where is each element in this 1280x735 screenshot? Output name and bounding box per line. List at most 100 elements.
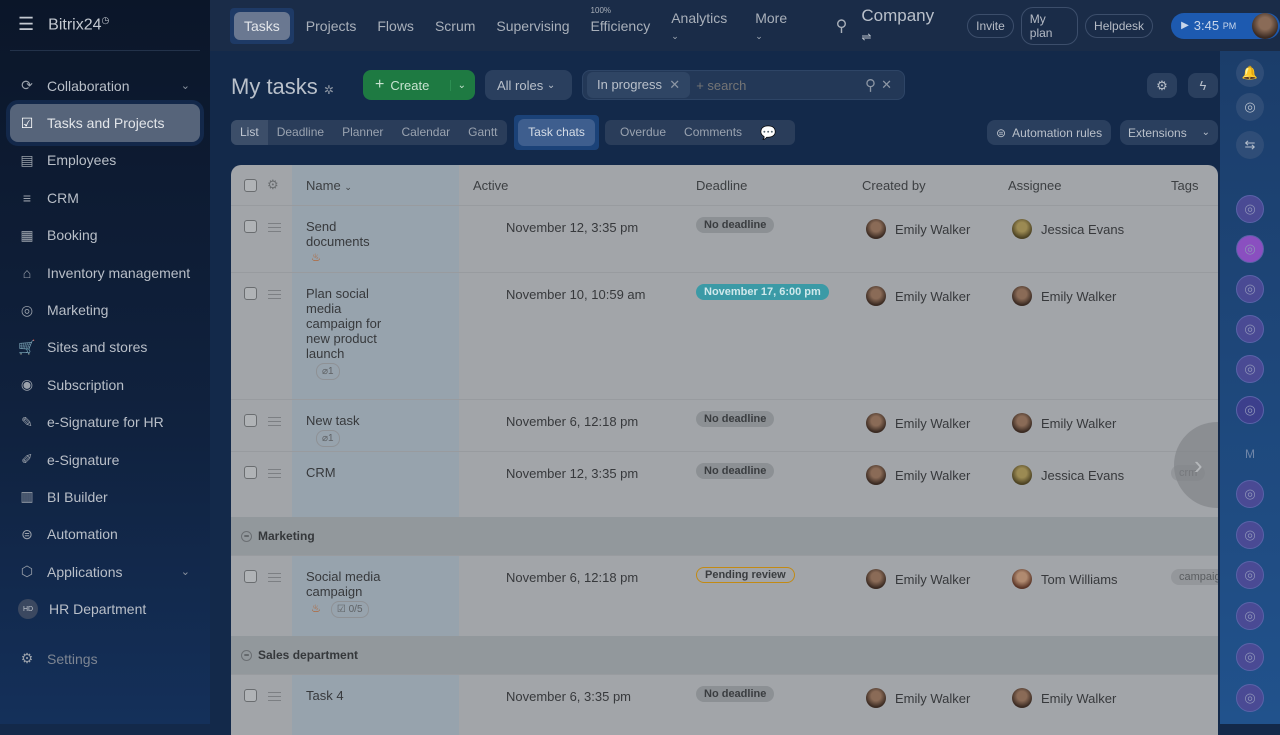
deadline-badge[interactable]: Pending review	[696, 567, 795, 583]
assignee-cell[interactable]: Emily Walker	[1012, 286, 1116, 306]
sidebar-item-tasks-and-projects[interactable]: ☑ Tasks and Projects	[10, 104, 200, 142]
sidebar-item-crm[interactable]: ≡ CRM	[10, 179, 200, 216]
sidebar-item-hr-department[interactable]: HD HR Department	[10, 590, 200, 627]
sidebar-item-e-signature[interactable]: ✐ e-Signature	[10, 441, 200, 478]
column-active[interactable]: Active	[473, 178, 508, 193]
search-icon[interactable]: ⚲	[865, 76, 876, 94]
chat-icon[interactable]: ◎	[1236, 355, 1264, 383]
table-row[interactable]: New task ⌀1 November 6, 12:18 pm No deadl…	[231, 399, 1218, 451]
task-name[interactable]: CRM	[306, 465, 396, 480]
column-name[interactable]: Name ⌄	[306, 178, 352, 193]
logo[interactable]: ☰ Bitrix24◷	[18, 14, 109, 35]
chat-check-icon[interactable]: 💬	[751, 120, 785, 145]
counter-overdue[interactable]: Overdue	[611, 120, 675, 145]
sidebar-item-marketing[interactable]: ◎ Marketing	[10, 291, 200, 328]
drag-handle-icon[interactable]	[268, 692, 281, 701]
select-all-checkbox[interactable]	[244, 179, 257, 192]
created-by-cell[interactable]: Emily Walker	[866, 413, 970, 433]
sidebar-item-automation[interactable]: ⊜ Automation	[10, 516, 200, 553]
sidebar-item-applications[interactable]: ⬡ Applications ⌄	[10, 553, 200, 590]
chat-icon[interactable]: ◎	[1236, 275, 1264, 303]
tab-scrum[interactable]: Scrum	[435, 18, 475, 34]
group-header[interactable]: − Marketing	[231, 517, 1218, 555]
chat-icon[interactable]: ◎	[1236, 235, 1264, 263]
chat-icon[interactable]: ◎	[1236, 521, 1264, 549]
assignee-cell[interactable]: Tom Williams	[1012, 569, 1118, 589]
table-row[interactable]: Social media campaign ♨ ☑ 0/5 November 6, …	[231, 555, 1218, 636]
chevron-down-icon[interactable]: ⌄	[181, 565, 190, 578]
created-by-cell[interactable]: Emily Walker	[866, 688, 970, 708]
view-list[interactable]: List	[231, 120, 268, 145]
sidebar-item-employees[interactable]: ▤ Employees	[10, 142, 200, 179]
table-row[interactable]: Plan social media campaign for new produ…	[231, 272, 1218, 399]
sidebar-settings[interactable]: ⚙ Settings	[10, 640, 98, 677]
worktime-button[interactable]: ▶ 3:45 PM	[1171, 12, 1280, 39]
view-deadline[interactable]: Deadline	[268, 120, 333, 145]
chat-icon[interactable]: ◎	[1236, 396, 1264, 424]
assignee-cell[interactable]: Jessica Evans	[1012, 219, 1124, 239]
view-calendar[interactable]: Calendar	[392, 120, 459, 145]
user-avatar[interactable]	[1252, 12, 1278, 39]
chat-icon[interactable]: ◎	[1236, 480, 1264, 508]
tab-efficiency[interactable]: 100% Efficiency	[591, 6, 651, 34]
task-name[interactable]: New task ⌀1	[306, 413, 396, 447]
task-name[interactable]: Task 4	[306, 688, 396, 703]
drag-handle-icon[interactable]	[268, 223, 281, 232]
task-name[interactable]: Social media campaign ♨ ☑ 0/5	[306, 569, 396, 618]
my-plan-button[interactable]: My plan	[1020, 6, 1079, 45]
table-row[interactable]: Task 4 November 6, 3:35 pm No deadline E…	[231, 674, 1218, 716]
task-chats-button[interactable]: Task chats	[514, 115, 599, 150]
row-checkbox[interactable]	[244, 220, 257, 233]
created-by-cell[interactable]: Emily Walker	[866, 219, 970, 239]
filter-search-bar[interactable]: In progress ✕ ⚲ ✕	[582, 70, 905, 100]
tab-tasks[interactable]: Tasks	[230, 7, 294, 44]
drag-handle-icon[interactable]	[268, 573, 281, 582]
company-button[interactable]: Company ⇌	[861, 6, 943, 46]
drag-handle-icon[interactable]	[268, 290, 281, 299]
drag-handle-icon[interactable]	[268, 417, 281, 426]
sidebar-item-inventory-management[interactable]: ⌂ Inventory management	[10, 254, 200, 291]
sidebar-item-collaboration[interactable]: ⟳ Collaboration ⌄	[10, 67, 200, 104]
row-checkbox[interactable]	[244, 466, 257, 479]
deadline-badge[interactable]: No deadline	[696, 217, 775, 233]
create-button[interactable]: + Create ⌄	[363, 70, 475, 100]
task-name[interactable]: Plan social media campaign for new produ…	[306, 286, 396, 380]
clear-icon[interactable]: ✕	[881, 77, 892, 93]
row-checkbox[interactable]	[244, 570, 257, 583]
bell-icon[interactable]: 🔔	[1236, 59, 1264, 87]
column-created-by[interactable]: Created by	[862, 178, 926, 193]
search-icon[interactable]: ⚲	[836, 16, 848, 36]
created-by-cell[interactable]: Emily Walker	[866, 465, 970, 485]
group-header[interactable]: − Sales department	[231, 636, 1218, 674]
tab-flows[interactable]: Flows	[377, 18, 414, 34]
collapse-icon[interactable]: −	[241, 649, 252, 661]
deadline-badge[interactable]: No deadline	[696, 463, 775, 479]
assignee-cell[interactable]: Emily Walker	[1012, 688, 1116, 708]
tab-analytics[interactable]: Analytics ⌄	[671, 10, 734, 42]
table-row[interactable]: Send documents ♨ November 12, 3:35 pm No …	[231, 205, 1218, 272]
deadline-badge[interactable]: No deadline	[696, 411, 775, 427]
drag-handle-icon[interactable]	[268, 469, 281, 478]
helpdesk-button[interactable]: Helpdesk	[1085, 13, 1154, 38]
table-row[interactable]: CRM November 12, 3:35 pm No deadline Emi…	[231, 451, 1218, 517]
sidebar-item-e-signature-for-hr[interactable]: ✎ e-Signature for HR	[10, 404, 200, 441]
chat-icon[interactable]: ◎	[1236, 602, 1264, 630]
created-by-cell[interactable]: Emily Walker	[866, 569, 970, 589]
roles-dropdown[interactable]: All roles ⌄	[485, 70, 572, 100]
sync-chat-icon[interactable]: ⇆	[1236, 131, 1264, 159]
view-gantt[interactable]: Gantt	[459, 120, 506, 145]
column-tags[interactable]: Tags	[1171, 178, 1198, 193]
tab-more[interactable]: More ⌄	[755, 10, 795, 42]
gear-icon[interactable]: ⚙	[267, 177, 279, 193]
automation-rules-button[interactable]: ⊜ Automation rules	[987, 120, 1112, 145]
sidebar-item-booking[interactable]: ▦ Booking	[10, 217, 200, 254]
extensions-button[interactable]: Extensions ⌄	[1120, 120, 1218, 145]
chat-icon[interactable]: ◎	[1236, 195, 1264, 223]
column-assignee[interactable]: Assignee	[1008, 178, 1061, 193]
invite-button[interactable]: Invite	[967, 13, 1014, 38]
copilot-icon[interactable]: ◎	[1236, 93, 1264, 121]
task-name[interactable]: Send documents ♨	[306, 219, 396, 266]
tag-chip[interactable]: campaign	[1171, 568, 1218, 585]
created-by-cell[interactable]: Emily Walker	[866, 286, 970, 306]
tab-supervising[interactable]: Supervising	[496, 18, 569, 34]
